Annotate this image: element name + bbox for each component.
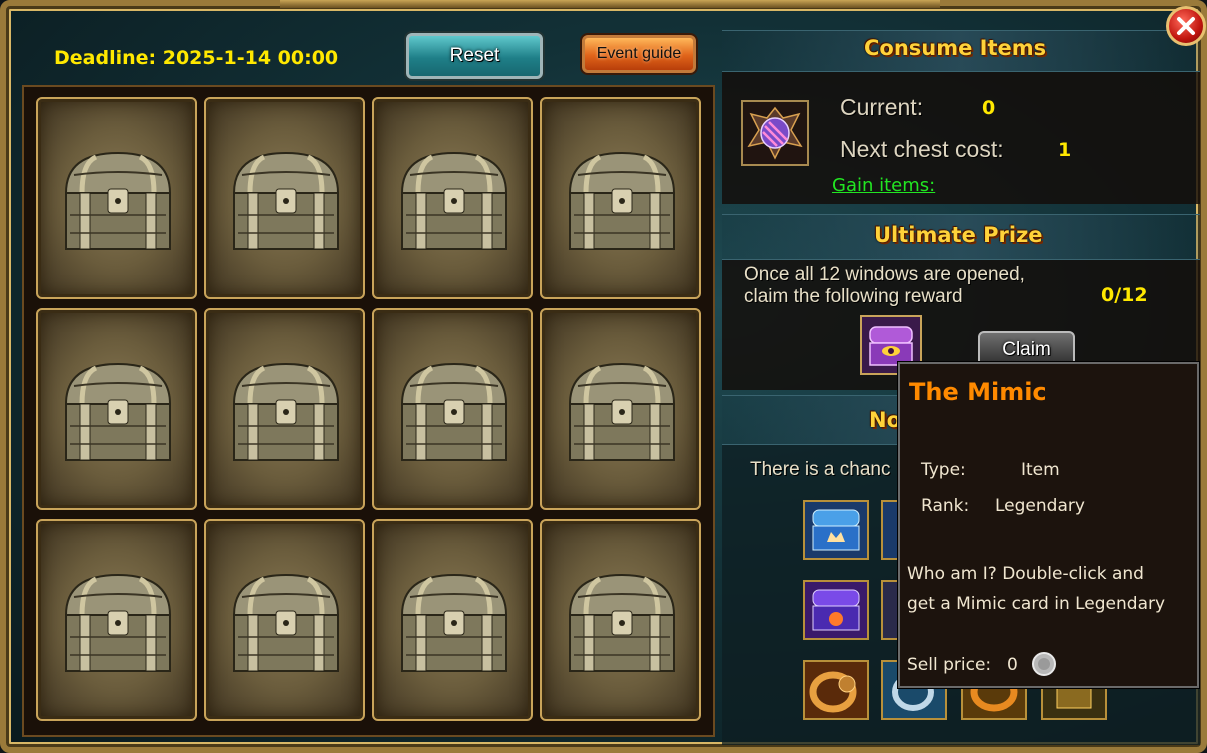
chest-cell[interactable] — [540, 519, 701, 721]
reward-ring-slot-1[interactable] — [803, 660, 869, 720]
chest-icon — [64, 151, 172, 250]
chest-icon — [568, 573, 676, 672]
close-icon — [1177, 17, 1195, 35]
next-cost-label: Next chest cost: — [840, 136, 1004, 162]
ultimate-desc-line1: Once all 12 windows are opened, — [744, 264, 1025, 285]
tooltip-desc-line1: Who am I? Double-click and — [907, 564, 1144, 584]
chest-cell[interactable] — [36, 97, 197, 299]
window-top-ornament — [280, 0, 940, 8]
silver-coin-icon — [1032, 652, 1056, 676]
gem-icon — [747, 106, 803, 160]
deadline-text: Deadline: 2025-1-14 00:00 — [54, 47, 339, 69]
gold-ring-icon — [809, 671, 857, 713]
chest-icon — [64, 573, 172, 672]
normal-chance-text: There is a chanc — [750, 459, 891, 480]
chest-icon — [232, 362, 340, 461]
tooltip-type-label: Type: — [921, 460, 966, 480]
tooltip-sell-value: 0 — [1007, 655, 1018, 675]
chest-cell[interactable] — [204, 308, 365, 510]
tooltip-desc-line2: get a Mimic card in Legendary — [907, 594, 1166, 614]
current-value: 0 — [982, 97, 996, 119]
event-guide-button[interactable]: Event guide — [582, 35, 696, 73]
chest-icon — [400, 151, 508, 250]
tooltip-title: The Mimic — [909, 378, 1047, 406]
tooltip-type-value: Item — [1021, 460, 1060, 480]
purple-chest-icon — [812, 589, 860, 631]
chest-icon — [64, 362, 172, 461]
consume-title: Consume Items — [864, 36, 1047, 60]
next-cost-value: 1 — [1058, 139, 1072, 161]
chest-cell[interactable] — [36, 519, 197, 721]
chest-icon — [568, 151, 676, 250]
reset-button[interactable]: Reset — [406, 33, 543, 79]
tooltip-rank-value: Legendary — [995, 496, 1085, 516]
consume-item-slot[interactable] — [741, 100, 809, 166]
blue-chest-icon — [812, 509, 860, 551]
tooltip-rank-label: Rank: — [921, 496, 970, 516]
item-tooltip: The Mimic Type: Item Rank: Legendary Who… — [898, 362, 1199, 688]
chest-cell[interactable] — [372, 308, 533, 510]
chest-cell[interactable] — [204, 97, 365, 299]
current-label: Current: — [840, 94, 924, 120]
ultimate-title: Ultimate Prize — [874, 223, 1043, 247]
chest-icon — [400, 573, 508, 672]
ultimate-progress: 0/12 — [1101, 284, 1148, 306]
gain-items-link[interactable]: Gain items: — [832, 175, 935, 196]
chest-icon — [232, 573, 340, 672]
tooltip-sell-label: Sell price: — [907, 655, 992, 675]
reward-purple-chest-slot[interactable] — [803, 580, 869, 640]
chest-cell[interactable] — [36, 308, 197, 510]
chest-cell[interactable] — [372, 97, 533, 299]
chest-icon — [568, 362, 676, 461]
chest-cell[interactable] — [372, 519, 533, 721]
close-button[interactable] — [1166, 6, 1206, 46]
chest-icon — [400, 362, 508, 461]
normal-title: No — [869, 408, 902, 432]
chest-icon — [232, 151, 340, 250]
ultimate-desc-line2: claim the following reward — [744, 286, 963, 307]
event-guide-label: Event guide — [596, 45, 682, 62]
chest-cell[interactable] — [204, 519, 365, 721]
reward-blue-chest-slot[interactable] — [803, 500, 869, 560]
chest-cell[interactable] — [540, 97, 701, 299]
chest-cell[interactable] — [540, 308, 701, 510]
